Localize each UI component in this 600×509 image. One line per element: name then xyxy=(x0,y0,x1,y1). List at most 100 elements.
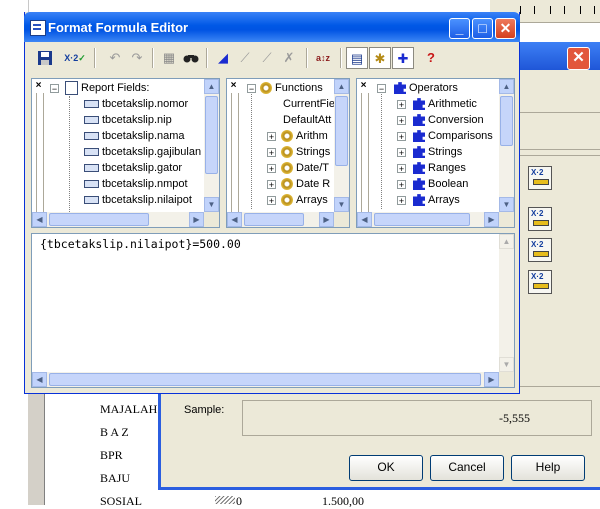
expand-icon[interactable]: + xyxy=(267,180,276,190)
bookmark-icon[interactable]: ◢ xyxy=(212,47,234,69)
operator-folder[interactable]: Arithmetic xyxy=(413,96,477,112)
redo-icon[interactable]: ↷ xyxy=(126,47,148,69)
sort-icon[interactable]: a↕z xyxy=(312,47,334,69)
check-formula-icon[interactable]: X·2✓ xyxy=(64,47,86,69)
close-pane-icon[interactable]: × xyxy=(359,81,368,91)
formula-button-icon[interactable]: X·2 xyxy=(528,270,552,294)
field-item[interactable]: tbcetakslip.gator xyxy=(84,160,182,176)
formula-text-area[interactable]: ▲ ▼ ◀ ▶ xyxy=(31,233,515,388)
scroll-left-icon[interactable]: ◀ xyxy=(32,212,47,227)
scroll-right-icon[interactable]: ▶ xyxy=(484,372,499,387)
function-folder[interactable]: Date/T xyxy=(281,160,329,176)
scroll-down-icon[interactable]: ▼ xyxy=(204,197,219,212)
field-item[interactable]: tbcetakslip.nomor xyxy=(84,96,188,112)
pane-grip[interactable] xyxy=(361,93,369,213)
scroll-thumb[interactable] xyxy=(244,213,304,226)
horizontal-scrollbar[interactable]: ◀ ▶ xyxy=(357,212,499,227)
formula-text[interactable]: {tbcetakslip.nilaipot}=500.00 xyxy=(40,237,241,251)
horizontal-scrollbar[interactable]: ◀ ▶ xyxy=(32,212,204,227)
collapse-icon[interactable]: − xyxy=(247,84,256,94)
expand-icon[interactable]: + xyxy=(267,148,276,158)
function-item[interactable]: CurrentFie xyxy=(283,96,335,112)
browse-field-icon[interactable]: ▦ xyxy=(158,47,180,69)
operator-folder[interactable]: Boolean xyxy=(413,176,468,192)
collapse-icon[interactable]: − xyxy=(377,84,386,94)
vertical-scrollbar[interactable]: ▲ ▼ xyxy=(499,79,514,212)
operator-folder[interactable]: Arrays xyxy=(413,192,460,208)
operator-folder[interactable]: Strings xyxy=(413,144,462,160)
scroll-thumb[interactable] xyxy=(49,373,481,386)
scroll-thumb[interactable] xyxy=(500,96,513,146)
field-item[interactable]: tbcetakslip.gajibulan xyxy=(84,144,201,160)
function-folder[interactable]: Arithm xyxy=(281,128,328,144)
scroll-right-icon[interactable]: ▶ xyxy=(319,212,334,227)
field-item[interactable]: tbcetakslip.nmpot xyxy=(84,176,188,192)
operator-folder[interactable]: Ranges xyxy=(413,160,466,176)
scroll-up-icon[interactable]: ▲ xyxy=(499,234,514,249)
close-pane-icon[interactable]: × xyxy=(34,81,43,91)
tree-root[interactable]: Report Fields: xyxy=(65,80,149,96)
expand-icon[interactable]: + xyxy=(267,196,276,206)
function-folder[interactable]: Arrays xyxy=(281,192,328,208)
function-folder[interactable]: Date R xyxy=(281,176,330,192)
field-item[interactable]: tbcetakslip.nama xyxy=(84,128,185,144)
scroll-right-icon[interactable]: ▶ xyxy=(189,212,204,227)
close-pane-icon[interactable]: × xyxy=(229,81,238,91)
close-icon[interactable]: ✕ xyxy=(495,18,516,39)
toggle-fields-tree-icon[interactable]: ▤ xyxy=(346,47,368,69)
toggle-functions-tree-icon[interactable]: ✱ xyxy=(369,47,391,69)
formula-button-icon[interactable]: X·2 xyxy=(528,238,552,262)
scroll-right-icon[interactable]: ▶ xyxy=(484,212,499,227)
help-button[interactable]: Help xyxy=(511,455,585,481)
scroll-left-icon[interactable]: ◀ xyxy=(227,212,242,227)
expand-icon[interactable]: + xyxy=(397,148,406,158)
scroll-thumb[interactable] xyxy=(335,96,348,166)
horizontal-scrollbar[interactable]: ◀ ▶ xyxy=(32,372,499,387)
formula-button-icon[interactable]: X·2 xyxy=(528,166,552,190)
undo-icon[interactable]: ↶ xyxy=(104,47,126,69)
ok-button[interactable]: OK xyxy=(349,455,423,481)
function-item[interactable]: DefaultAtt xyxy=(283,112,331,128)
scroll-thumb[interactable] xyxy=(374,213,470,226)
scroll-thumb[interactable] xyxy=(205,96,218,174)
clear-bookmarks-icon[interactable]: ✗ xyxy=(278,47,300,69)
find-icon[interactable] xyxy=(180,47,202,69)
toggle-operators-tree-icon[interactable]: ✚ xyxy=(392,47,414,69)
horizontal-scrollbar[interactable]: ◀ ▶ xyxy=(227,212,334,227)
tree-root[interactable]: Functions xyxy=(260,80,323,96)
scroll-thumb[interactable] xyxy=(49,213,149,226)
expand-icon[interactable]: + xyxy=(397,196,406,206)
tree-root[interactable]: Operators xyxy=(394,80,458,96)
operator-folder[interactable]: Conversion xyxy=(413,112,484,128)
expand-icon[interactable]: + xyxy=(397,116,406,126)
expand-icon[interactable]: + xyxy=(267,132,276,142)
save-icon[interactable] xyxy=(34,47,56,69)
expand-icon[interactable]: + xyxy=(397,180,406,190)
collapse-icon[interactable]: − xyxy=(50,84,59,94)
field-item[interactable]: tbcetakslip.nip xyxy=(84,112,172,128)
cancel-button[interactable]: Cancel xyxy=(430,455,504,481)
expand-icon[interactable]: + xyxy=(397,164,406,174)
vertical-scrollbar[interactable]: ▲ ▼ xyxy=(334,79,349,212)
close-icon[interactable]: ✕ xyxy=(567,47,590,70)
vertical-scrollbar[interactable]: ▲ ▼ xyxy=(204,79,219,212)
maximize-icon[interactable]: □ xyxy=(472,18,493,39)
previous-bookmark-icon[interactable]: ⟋ xyxy=(256,47,278,69)
scroll-down-icon[interactable]: ▼ xyxy=(499,197,514,212)
pane-grip[interactable] xyxy=(36,93,44,213)
scroll-up-icon[interactable]: ▲ xyxy=(204,79,219,94)
function-folder[interactable]: Strings xyxy=(281,144,330,160)
next-bookmark-icon[interactable]: ⟋ xyxy=(234,47,256,69)
pane-grip[interactable] xyxy=(231,93,239,213)
expand-icon[interactable]: + xyxy=(397,100,406,110)
field-item[interactable]: tbcetakslip.nilaipot xyxy=(84,192,192,208)
scroll-left-icon[interactable]: ◀ xyxy=(357,212,372,227)
scroll-down-icon[interactable]: ▼ xyxy=(334,197,349,212)
expand-icon[interactable]: + xyxy=(397,132,406,142)
scroll-up-icon[interactable]: ▲ xyxy=(334,79,349,94)
scroll-down-icon[interactable]: ▼ xyxy=(499,357,514,372)
expand-icon[interactable]: + xyxy=(267,164,276,174)
formula-button-icon[interactable]: X·2 xyxy=(528,207,552,231)
help-icon[interactable]: ? xyxy=(420,47,442,69)
operator-folder[interactable]: Comparisons xyxy=(413,128,493,144)
